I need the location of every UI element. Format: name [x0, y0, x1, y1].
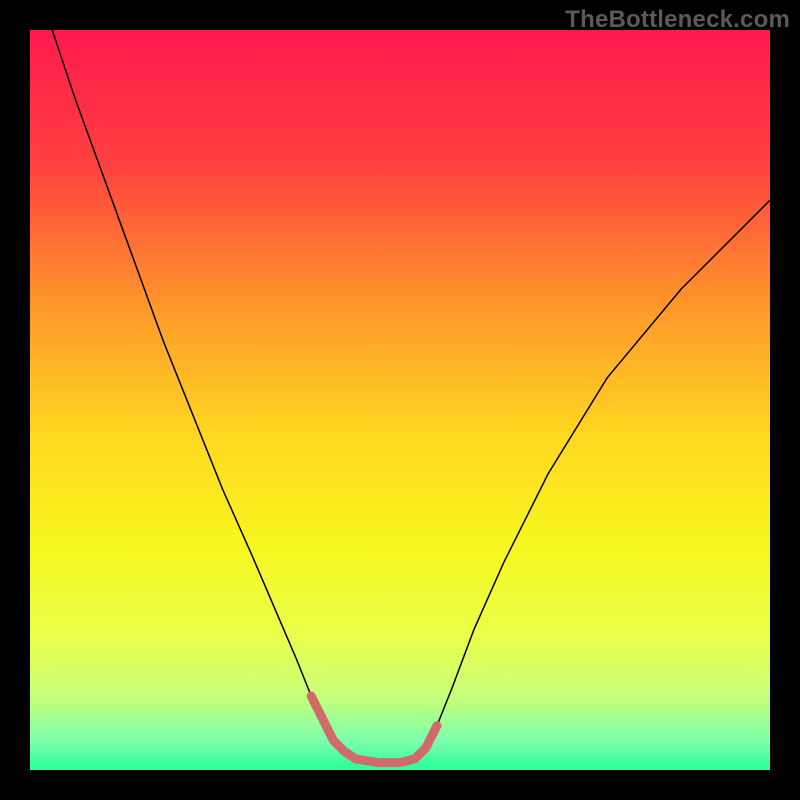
bottleneck-chart	[0, 0, 800, 800]
watermark-text: TheBottleneck.com	[565, 6, 790, 34]
chart-frame: TheBottleneck.com	[0, 0, 800, 800]
plot-background	[30, 30, 770, 770]
